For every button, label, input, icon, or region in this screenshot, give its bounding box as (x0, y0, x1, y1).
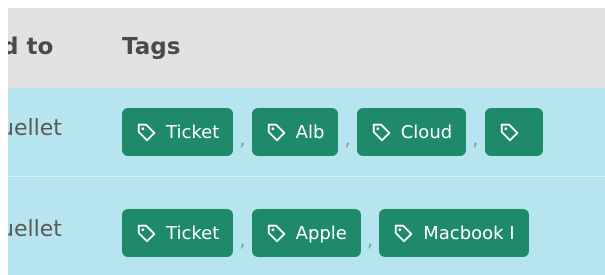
tag-separator: , (239, 126, 246, 150)
tag-label: Ticket (166, 121, 220, 143)
tag-badge[interactable] (484, 108, 543, 156)
tag-separator: , (344, 126, 351, 150)
tag-icon (395, 224, 413, 243)
tag-separator: , (366, 227, 374, 251)
tag-separator: , (472, 126, 479, 150)
table-header: d to Tags (8, 8, 605, 88)
tag-icon (267, 123, 285, 142)
tag-badge[interactable]: Apple (251, 209, 361, 257)
issues-table: d to Tags uellet Ticket , Alb , Cloud , (8, 8, 605, 275)
tag-label: Alb (295, 121, 325, 143)
tag-icon (137, 224, 156, 243)
assigned-to-cell: uellet (8, 116, 62, 141)
column-header-assigned-to[interactable]: d to (8, 34, 53, 60)
table-row[interactable]: uellet Ticket , Apple , Macbook I (8, 187, 605, 275)
tags-cell: Ticket , Alb , Cloud , (122, 108, 543, 156)
tag-icon (267, 224, 285, 243)
tag-badge[interactable]: Alb (251, 108, 339, 156)
tag-icon (372, 123, 390, 142)
tag-icon (500, 123, 518, 142)
tag-badge[interactable]: Macbook I (379, 209, 529, 257)
tag-label: Ticket (166, 222, 220, 244)
tag-badge[interactable]: Ticket (122, 209, 234, 257)
tag-separator: , (239, 227, 246, 251)
tag-label: Apple (295, 222, 347, 244)
tag-badge[interactable]: Cloud (356, 108, 467, 156)
tag-label: Macbook I (423, 222, 515, 244)
tag-badge[interactable]: Ticket (122, 108, 234, 156)
table-row[interactable]: uellet Ticket , Alb , Cloud , (8, 88, 605, 176)
tag-icon (137, 123, 156, 142)
assigned-to-cell: uellet (8, 217, 62, 242)
tags-cell: Ticket , Apple , Macbook I (122, 209, 529, 257)
tag-label: Cloud (400, 121, 453, 143)
column-header-tags[interactable]: Tags (122, 34, 180, 60)
